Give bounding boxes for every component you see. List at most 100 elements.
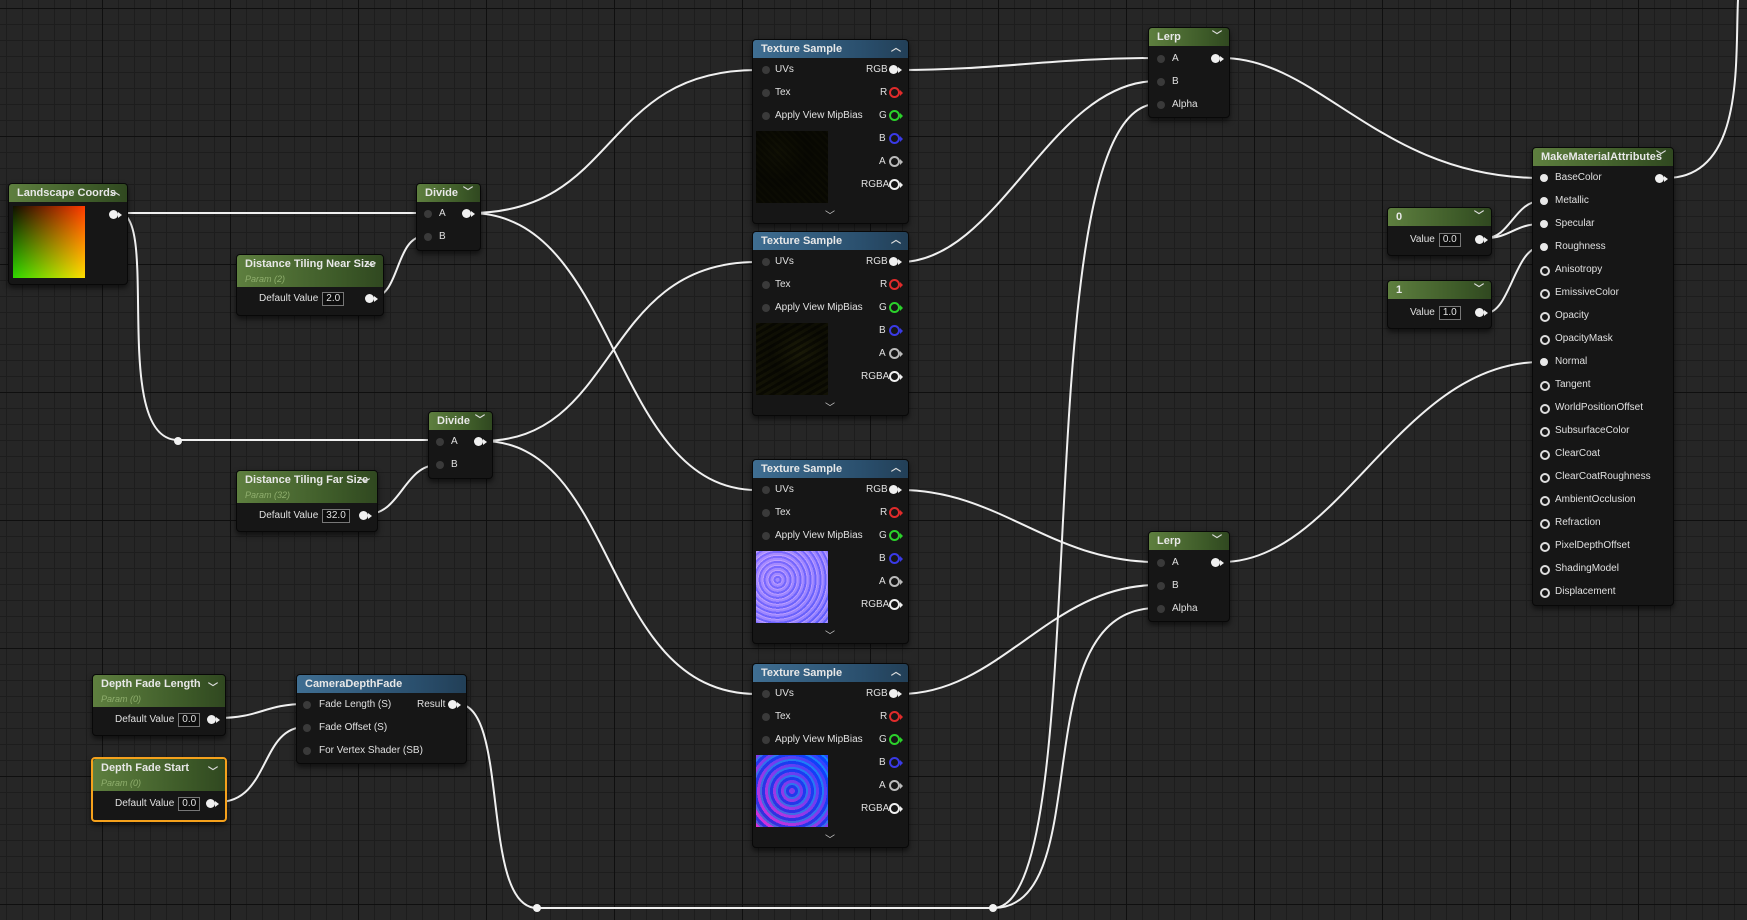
collapse-chevron-icon[interactable]: ︿ (891, 664, 901, 682)
node-header[interactable]: CameraDepthFade (297, 675, 466, 693)
input-pin-alpha[interactable] (1157, 605, 1165, 613)
input-pin-clearcoatroughness[interactable] (1540, 473, 1550, 483)
collapse-chevron-icon[interactable]: ︿ (891, 232, 901, 250)
output-pin[interactable] (359, 511, 372, 520)
input-pin-b[interactable] (1157, 582, 1165, 590)
chevron-down-icon[interactable]: ﹀ (825, 831, 835, 846)
node-header[interactable]: Texture Sample ︿ (753, 40, 908, 58)
output-pin-rgba[interactable] (889, 599, 903, 610)
input-pin-uvs[interactable] (762, 66, 770, 74)
input-pin-roughness[interactable] (1540, 243, 1548, 251)
texture-sample-node[interactable]: Texture Sample ︿ UVs Tex Apply View MipBi… (752, 39, 909, 224)
near-size-param-node[interactable]: Distance Tiling Near Size Param (2) ﹀ Defa… (236, 254, 384, 316)
reroute-node[interactable] (174, 437, 182, 445)
output-pin-g[interactable] (889, 734, 903, 745)
input-pin-vertex-shader[interactable] (303, 747, 311, 755)
output-pin-a[interactable] (889, 156, 903, 167)
texture-sample-node[interactable]: Texture Sample ︿ UVs Tex Apply View MipBi… (752, 663, 909, 848)
output-pin-g[interactable] (889, 110, 903, 121)
default-value-field[interactable]: 0.0 (178, 713, 201, 727)
node-header[interactable]: Depth Fade Start Param (0) ﹀ (93, 759, 225, 791)
output-pin-r[interactable] (889, 711, 903, 722)
output-pin-g[interactable] (889, 302, 903, 313)
input-pin-normal[interactable] (1540, 358, 1548, 366)
input-pin-subsurfacecolor[interactable] (1540, 427, 1550, 437)
node-header[interactable]: Divide ﹀ (417, 184, 480, 202)
output-pin-a[interactable] (889, 576, 903, 587)
input-pin-mipbias[interactable] (762, 304, 770, 312)
output-pin[interactable] (207, 715, 220, 724)
input-pin-metallic[interactable] (1540, 197, 1548, 205)
collapse-chevron-icon[interactable]: ︿ (110, 184, 120, 202)
input-pin-uvs[interactable] (762, 690, 770, 698)
output-pin[interactable] (206, 799, 219, 808)
output-pin[interactable] (1211, 54, 1224, 63)
input-pin-mipbias[interactable] (762, 532, 770, 540)
texture-sample-node[interactable]: Texture Sample ︿ UVs Tex Apply View MipBi… (752, 459, 909, 644)
output-pin-r[interactable] (889, 279, 903, 290)
value-field[interactable]: 0.0 (1438, 233, 1461, 247)
input-pin-tex[interactable] (762, 713, 770, 721)
input-pin-clearcoat[interactable] (1540, 450, 1550, 460)
input-pin-a[interactable] (1157, 559, 1165, 567)
input-pin-opacitymask[interactable] (1540, 335, 1550, 345)
chevron-down-icon[interactable]: ﹀ (1212, 532, 1222, 550)
input-pin-b[interactable] (436, 461, 444, 469)
divide-node[interactable]: Divide ﹀ A B (416, 183, 481, 251)
output-pin[interactable] (109, 210, 122, 219)
depth-fade-start-param-node[interactable]: Depth Fade Start Param (0) ﹀ Default Value… (91, 757, 227, 822)
output-pin[interactable] (365, 294, 378, 303)
input-pin-opacity[interactable] (1540, 312, 1550, 322)
lerp-node[interactable]: Lerp ﹀ A B Alpha (1148, 27, 1230, 118)
lerp-node[interactable]: Lerp ﹀ A B Alpha (1148, 531, 1230, 622)
chevron-down-icon[interactable]: ﹀ (1474, 208, 1484, 226)
node-header[interactable]: Depth Fade Length Param (0) ﹀ (93, 675, 225, 707)
input-pin-tangent[interactable] (1540, 381, 1550, 391)
output-pin-r[interactable] (889, 507, 903, 518)
output-pin-rgb[interactable] (889, 65, 902, 74)
input-pin-basecolor[interactable] (1540, 174, 1548, 182)
value-field[interactable]: 1.0 (1438, 306, 1461, 320)
chevron-down-icon[interactable]: ﹀ (1656, 148, 1666, 166)
node-header[interactable]: Distance Tiling Far Size Param (32) ﹀ (237, 471, 377, 503)
make-material-attributes-node[interactable]: MakeMaterialAttributes ﹀ BaseColor Metalli… (1532, 147, 1674, 606)
node-header[interactable]: Distance Tiling Near Size Param (2) ﹀ (237, 255, 383, 287)
constant-node[interactable]: 0 ﹀ Value 0.0 (1387, 207, 1492, 256)
output-pin-a[interactable] (889, 348, 903, 359)
default-value-field[interactable]: 32.0 (322, 509, 350, 523)
chevron-down-icon[interactable]: ﹀ (825, 399, 835, 414)
input-pin-b[interactable] (424, 233, 432, 241)
reroute-node[interactable] (533, 904, 541, 912)
output-pin-rgba[interactable] (889, 371, 903, 382)
output-pin-a[interactable] (889, 780, 903, 791)
default-value-field[interactable]: 2.0 (322, 292, 345, 306)
chevron-down-icon[interactable]: ﹀ (208, 681, 218, 696)
output-pin[interactable] (1475, 235, 1488, 244)
output-pin-rgb[interactable] (889, 257, 902, 266)
chevron-down-icon[interactable]: ﹀ (366, 261, 376, 276)
input-pin-alpha[interactable] (1157, 101, 1165, 109)
chevron-down-icon[interactable]: ﹀ (1474, 281, 1484, 299)
output-pin-rgba[interactable] (889, 803, 903, 814)
output-pin[interactable] (1655, 174, 1668, 183)
node-header[interactable]: Lerp ﹀ (1149, 532, 1229, 550)
input-pin-tex[interactable] (762, 281, 770, 289)
output-pin-rgb[interactable] (889, 485, 902, 494)
output-pin[interactable] (1211, 558, 1224, 567)
input-pin-anisotropy[interactable] (1540, 266, 1550, 276)
default-value-field[interactable]: 0.0 (178, 797, 201, 811)
constant-node[interactable]: 1 ﹀ Value 1.0 (1387, 280, 1492, 329)
node-header[interactable]: Texture Sample ︿ (753, 664, 908, 682)
output-pin-rgba[interactable] (889, 179, 903, 190)
chevron-down-icon[interactable]: ﹀ (825, 207, 835, 222)
input-pin-ambientocclusion[interactable] (1540, 496, 1550, 506)
output-pin-b[interactable] (889, 553, 903, 564)
depth-fade-length-param-node[interactable]: Depth Fade Length Param (0) ﹀ Default Valu… (92, 674, 226, 736)
input-pin-tex[interactable] (762, 509, 770, 517)
output-pin-r[interactable] (889, 87, 903, 98)
chevron-down-icon[interactable]: ﹀ (1212, 28, 1222, 46)
node-header[interactable]: Divide ﹀ (429, 412, 492, 430)
output-pin-rgb[interactable] (889, 689, 902, 698)
input-pin-refraction[interactable] (1540, 519, 1550, 529)
output-pin-b[interactable] (889, 133, 903, 144)
